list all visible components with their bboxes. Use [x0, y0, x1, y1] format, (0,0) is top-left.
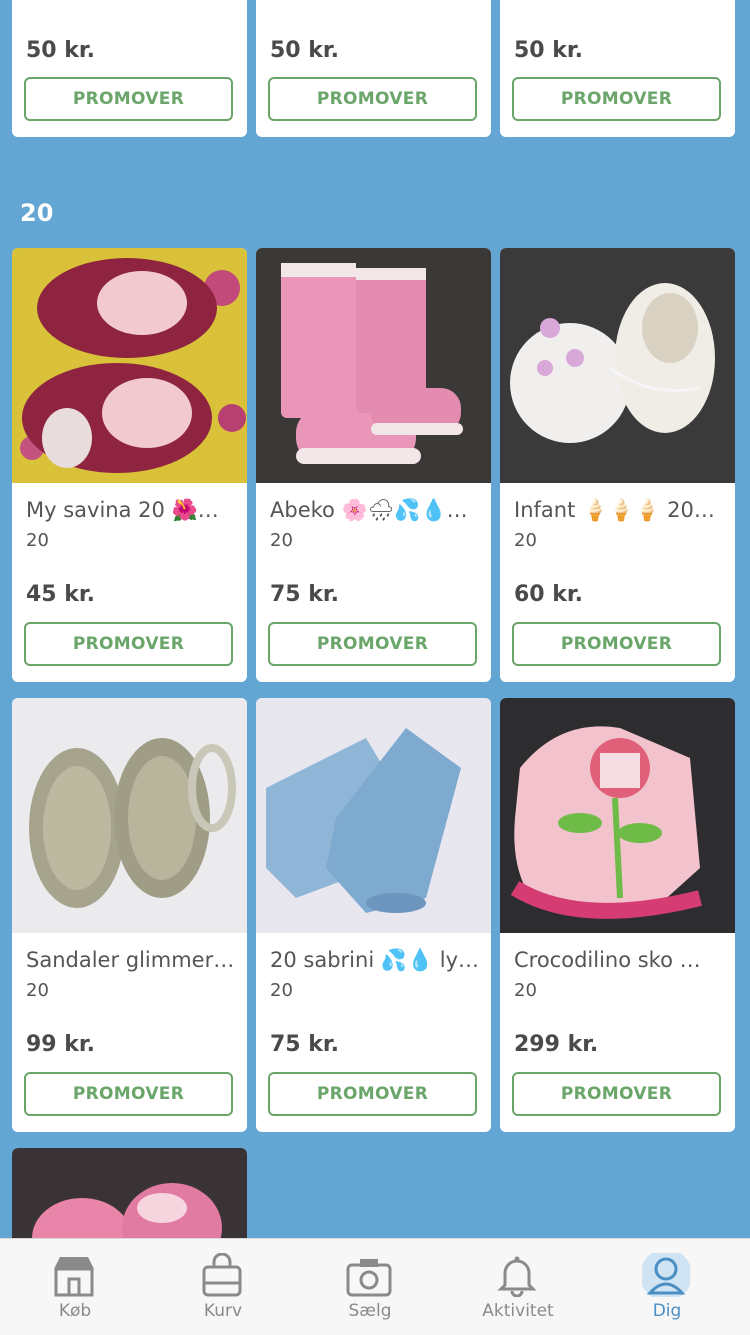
section-heading: 20 [20, 199, 54, 227]
product-size: 20 [514, 530, 537, 551]
shop-icon [54, 1257, 94, 1297]
tab-label: Kurv [203, 1301, 243, 1321]
product-title: Crocodilino sko 🌱… [514, 948, 725, 972]
promover-button[interactable]: PROMOVER [24, 77, 233, 121]
tab-label: Aktivitet [482, 1301, 554, 1321]
blue-boot-photo[interactable] [256, 698, 491, 933]
promover-button[interactable]: PROMOVER [268, 1072, 477, 1116]
product-card[interactable]: Abeko 🌸🌧💦💧… 20 75 kr. PROMOVER [256, 248, 491, 682]
pink-shoe-photo[interactable] [12, 1148, 247, 1248]
profile-icon [642, 1253, 690, 1297]
bell-icon [497, 1256, 537, 1297]
product-card[interactable]: Infant 🍦🍦🍦 20… 20 60 kr. PROMOVER [500, 248, 735, 682]
promover-button[interactable]: PROMOVER [512, 622, 721, 666]
product-price: 50 kr. [514, 38, 583, 63]
tab-label: Sælg [348, 1301, 392, 1321]
tab-label: Køb [58, 1301, 92, 1321]
product-title: My savina 20 🌺🌺… [26, 498, 237, 522]
promover-button[interactable]: PROMOVER [512, 77, 721, 121]
product-price: 75 kr. [270, 582, 339, 607]
product-size: 20 [270, 980, 293, 1001]
promover-button[interactable]: PROMOVER [24, 1072, 233, 1116]
sandal-photo[interactable] [12, 698, 247, 933]
tab-aktivitet[interactable]: Aktivitet [443, 1239, 593, 1335]
tab-kob[interactable]: Køb [0, 1239, 150, 1335]
tab-dig[interactable]: Dig [592, 1239, 742, 1335]
product-card[interactable]: 20 sabrini 💦💧 ly… 20 75 kr. PROMOVER [256, 698, 491, 1132]
product-card[interactable]: Crocodilino sko 🌱… 20 299 kr. PROMOVER [500, 698, 735, 1132]
product-card[interactable]: 50 kr. PROMOVER [256, 0, 491, 137]
camera-icon [346, 1259, 392, 1297]
product-price: 60 kr. [514, 582, 583, 607]
product-size: 20 [26, 530, 49, 551]
bag-icon [202, 1253, 242, 1297]
product-card[interactable]: 50 kr. PROMOVER [500, 0, 735, 137]
product-title: 20 sabrini 💦💧 ly… [270, 948, 480, 972]
product-price: 299 kr. [514, 1032, 599, 1057]
product-card[interactable] [12, 1148, 247, 1248]
tab-label: Dig [652, 1301, 682, 1321]
flower-boot-photo[interactable] [500, 698, 735, 933]
product-title: Abeko 🌸🌧💦💧… [270, 498, 468, 522]
product-price: 45 kr. [26, 582, 95, 607]
product-size: 20 [26, 980, 49, 1001]
product-price: 75 kr. [270, 1032, 339, 1057]
promover-button[interactable]: PROMOVER [268, 77, 477, 121]
product-title: Sandaler glimmer… [26, 948, 235, 972]
product-card[interactable]: 50 kr. PROMOVER [12, 0, 247, 137]
promover-button[interactable]: PROMOVER [512, 1072, 721, 1116]
infant-shoe-photo[interactable] [500, 248, 735, 483]
tab-kurv[interactable]: Kurv [148, 1239, 298, 1335]
product-size: 20 [514, 980, 537, 1001]
slipper-photo[interactable] [12, 248, 247, 483]
promover-button[interactable]: PROMOVER [268, 622, 477, 666]
product-price: 50 kr. [270, 38, 339, 63]
tab-bar: Køb Kurv Sælg Aktivitet Dig [0, 1238, 750, 1335]
product-price: 50 kr. [26, 38, 95, 63]
promover-button[interactable]: PROMOVER [24, 622, 233, 666]
product-card[interactable]: Sandaler glimmer… 20 99 kr. PROMOVER [12, 698, 247, 1132]
tab-saelg[interactable]: Sælg [295, 1239, 445, 1335]
product-size: 20 [270, 530, 293, 551]
product-price: 99 kr. [26, 1032, 95, 1057]
product-title: Infant 🍦🍦🍦 20… [514, 498, 715, 522]
product-card[interactable]: My savina 20 🌺🌺… 20 45 kr. PROMOVER [12, 248, 247, 682]
rain-boot-photo[interactable] [256, 248, 491, 483]
